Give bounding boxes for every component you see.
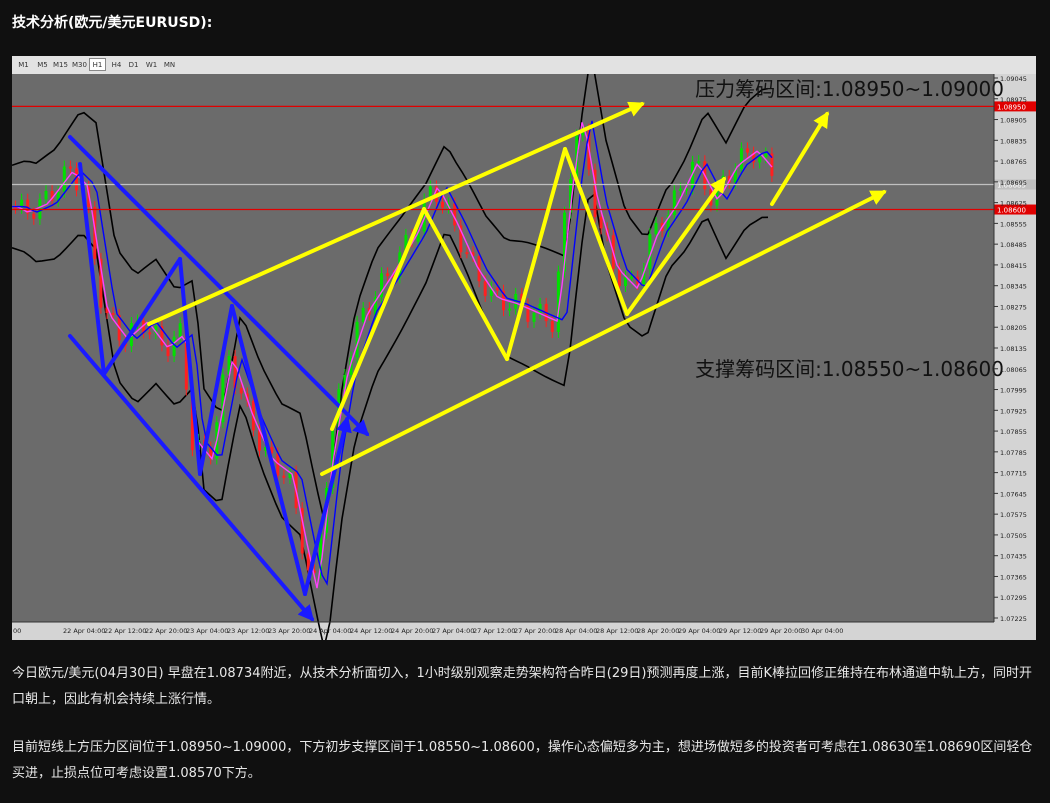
candle: [282, 475, 286, 478]
support-label: 支撑筹码区间:1.08550~1.08600: [695, 357, 1004, 381]
candle: [739, 148, 743, 170]
time-tick-label: 24 Apr 12:00: [350, 627, 392, 635]
timeframe-w1[interactable]: W1: [143, 58, 160, 71]
time-tick-label: 29 Apr 12:00: [719, 627, 761, 635]
price-tick-label: 1.08485: [1000, 241, 1027, 249]
price-tick-label: 1.08065: [1000, 366, 1027, 374]
time-tick-label: 28 Apr 04:00: [555, 627, 597, 635]
price-chart: 1.089501.086001.08685压力筹码区间:1.08950~1.09…: [12, 74, 1036, 640]
price-tick-label: 1.07995: [1000, 387, 1027, 395]
price-tick-label: 1.08765: [1000, 158, 1027, 166]
hline-tag-text-0: 1.08950: [997, 103, 1026, 111]
price-tick-label: 1.07715: [1000, 470, 1027, 478]
candle: [68, 166, 72, 169]
price-tick-label: 1.07925: [1000, 407, 1027, 415]
price-tick-label: 1.08625: [1000, 200, 1027, 208]
time-tick-label: 27 Apr 04:00: [432, 627, 474, 635]
price-tick-label: 1.08205: [1000, 324, 1027, 332]
candle: [526, 304, 530, 322]
candle: [483, 281, 487, 296]
price-tick-label: 1.08975: [1000, 96, 1027, 104]
price-tick-label: 1.08135: [1000, 345, 1027, 353]
candle: [32, 213, 36, 219]
candle: [111, 313, 115, 316]
time-tick-label: 23 Apr 20:00: [268, 627, 310, 635]
time-tick-label: 28 Apr 12:00: [596, 627, 638, 635]
price-tick-label: 1.09045: [1000, 75, 1027, 83]
candle: [361, 307, 365, 322]
price-tick-label: 1.08415: [1000, 262, 1027, 270]
candle: [44, 190, 48, 200]
time-tick-label: 28 Apr 20:00: [637, 627, 679, 635]
candle: [62, 166, 66, 192]
timeframe-h1[interactable]: H1: [89, 58, 106, 71]
time-tick-label: 00: [13, 627, 21, 635]
time-tick-label: 24 Apr 20:00: [391, 627, 433, 635]
price-tick-label: 1.08345: [1000, 283, 1027, 291]
time-tick-label: 27 Apr 20:00: [514, 627, 556, 635]
price-tick-label: 1.08695: [1000, 179, 1027, 187]
candle: [148, 332, 152, 335]
candle: [178, 323, 182, 337]
timeframe-mn[interactable]: MN: [161, 58, 178, 71]
candle: [758, 157, 762, 163]
timeframe-m1[interactable]: M1: [15, 58, 32, 71]
time-tick-label: 27 Apr 12:00: [473, 627, 515, 635]
price-tick-label: 1.07295: [1000, 594, 1027, 602]
price-tick-label: 1.08905: [1000, 117, 1027, 125]
analysis-paragraph-1: 今日欧元/美元(04月30日) 早盘在1.08734附近，从技术分析面切入，1小…: [12, 666, 1032, 707]
timeframe-m5[interactable]: M5: [34, 58, 51, 71]
price-tick-label: 1.08275: [1000, 303, 1027, 311]
candle: [697, 161, 701, 164]
price-tick-label: 1.07645: [1000, 490, 1027, 498]
candle: [550, 321, 554, 332]
time-tick-label: 23 Apr 12:00: [227, 627, 269, 635]
candle: [465, 252, 469, 255]
price-tick-label: 1.07505: [1000, 532, 1027, 540]
time-tick-label: 22 Apr 04:00: [63, 627, 105, 635]
page-heading: 技术分析(欧元/美元EURUSD):: [12, 15, 213, 31]
candle: [538, 303, 542, 314]
timeframe-h4[interactable]: H4: [108, 58, 125, 71]
candle: [654, 223, 658, 235]
candle: [239, 388, 243, 394]
candle: [599, 217, 603, 229]
time-tick-label: 30 Apr 04:00: [801, 627, 843, 635]
time-tick-label: 22 Apr 12:00: [104, 627, 146, 635]
chart-frame: M1 M5 M15 M30 H1 H4 D1 W1 MN 1.08950 1.08600 1.086…: [12, 56, 1036, 640]
price-tick-label: 1.07785: [1000, 449, 1027, 457]
time-tick-label: 24 Apr 04:00: [309, 627, 351, 635]
candle: [746, 148, 749, 153]
time-tick-label: 23 Apr 04:00: [186, 627, 228, 635]
time-tick-label: 22 Apr 20:00: [145, 627, 187, 635]
price-tick-label: 1.08835: [1000, 137, 1027, 145]
timeframe-d1[interactable]: D1: [125, 58, 142, 71]
price-tick-label: 1.07855: [1000, 428, 1027, 436]
candle: [764, 153, 768, 158]
price-tick-label: 1.07435: [1000, 553, 1027, 561]
candle: [630, 276, 634, 279]
price-tick-label: 1.07365: [1000, 573, 1027, 581]
hline-tag-text-1: 1.08600: [997, 207, 1026, 215]
candle: [532, 313, 536, 322]
candle: [386, 273, 390, 277]
timeframe-m30[interactable]: M30: [71, 58, 88, 71]
price-tick-label: 1.08555: [1000, 220, 1027, 228]
timeframe-toolbar: M1 M5 M15 M30 H1 H4 D1 W1 MN: [12, 56, 1036, 75]
price-tick-label: 1.07575: [1000, 511, 1027, 519]
resistance-label: 压力筹码区间:1.08950~1.09000: [695, 77, 1004, 101]
time-tick-label: 29 Apr 20:00: [760, 627, 802, 635]
analysis-paragraph-2: 目前短线上方压力区间位于1.08950~1.09000，下方初步支撑区间于1.0…: [12, 740, 1033, 781]
candle: [678, 188, 682, 191]
time-tick-label: 29 Apr 04:00: [678, 627, 720, 635]
timeframe-m15[interactable]: M15: [52, 58, 69, 71]
candle: [441, 201, 444, 208]
candle: [508, 308, 512, 311]
price-tick-label: 1.07225: [1000, 615, 1027, 623]
